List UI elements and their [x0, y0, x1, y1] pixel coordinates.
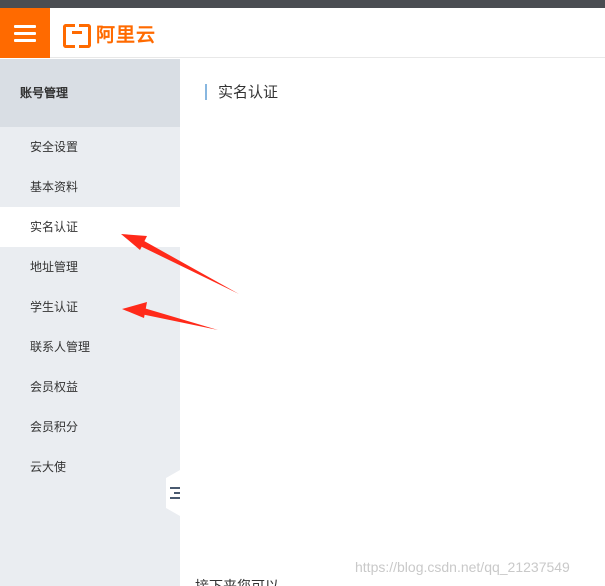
next-steps-text: 接下来您可以 [195, 576, 279, 586]
sidebar-item-real-name-auth[interactable]: 实名认证 [0, 207, 180, 247]
sidebar-item-member-benefits[interactable]: 会员权益 [0, 367, 180, 407]
sidebar-item-student-auth[interactable]: 学生认证 [0, 287, 180, 327]
page-title: 实名认证 [205, 84, 278, 100]
sidebar: 账号管理 安全设置 基本资料 实名认证 地址管理 学生认证 联系人管理 会员权益… [0, 59, 180, 586]
watermark: https://blog.csdn.net/qq_21237549 [355, 559, 570, 575]
main-content: 实名认证 接下来您可以 [180, 59, 605, 586]
sidebar-menu: 安全设置 基本资料 实名认证 地址管理 学生认证 联系人管理 会员权益 会员积分… [0, 127, 180, 487]
sidebar-item-address-management[interactable]: 地址管理 [0, 247, 180, 287]
collapse-sidebar-icon[interactable] [166, 470, 180, 516]
aliyun-logo[interactable]: 阿里云 [63, 21, 157, 48]
sidebar-item-security-settings[interactable]: 安全设置 [0, 127, 180, 167]
sidebar-item-cloud-ambassador[interactable]: 云大使 [0, 447, 180, 487]
sidebar-item-member-points[interactable]: 会员积分 [0, 407, 180, 447]
sidebar-item-contacts-management[interactable]: 联系人管理 [0, 327, 180, 367]
logo-text: 阿里云 [96, 23, 157, 46]
sidebar-title: 账号管理 [0, 59, 180, 127]
browser-toolbar-strip [0, 0, 605, 8]
hamburger-menu-icon[interactable] [0, 8, 50, 58]
top-navigation-bar: 阿里云 [0, 8, 605, 58]
sidebar-item-basic-info[interactable]: 基本资料 [0, 167, 180, 207]
aliyun-logo-icon [63, 24, 91, 48]
